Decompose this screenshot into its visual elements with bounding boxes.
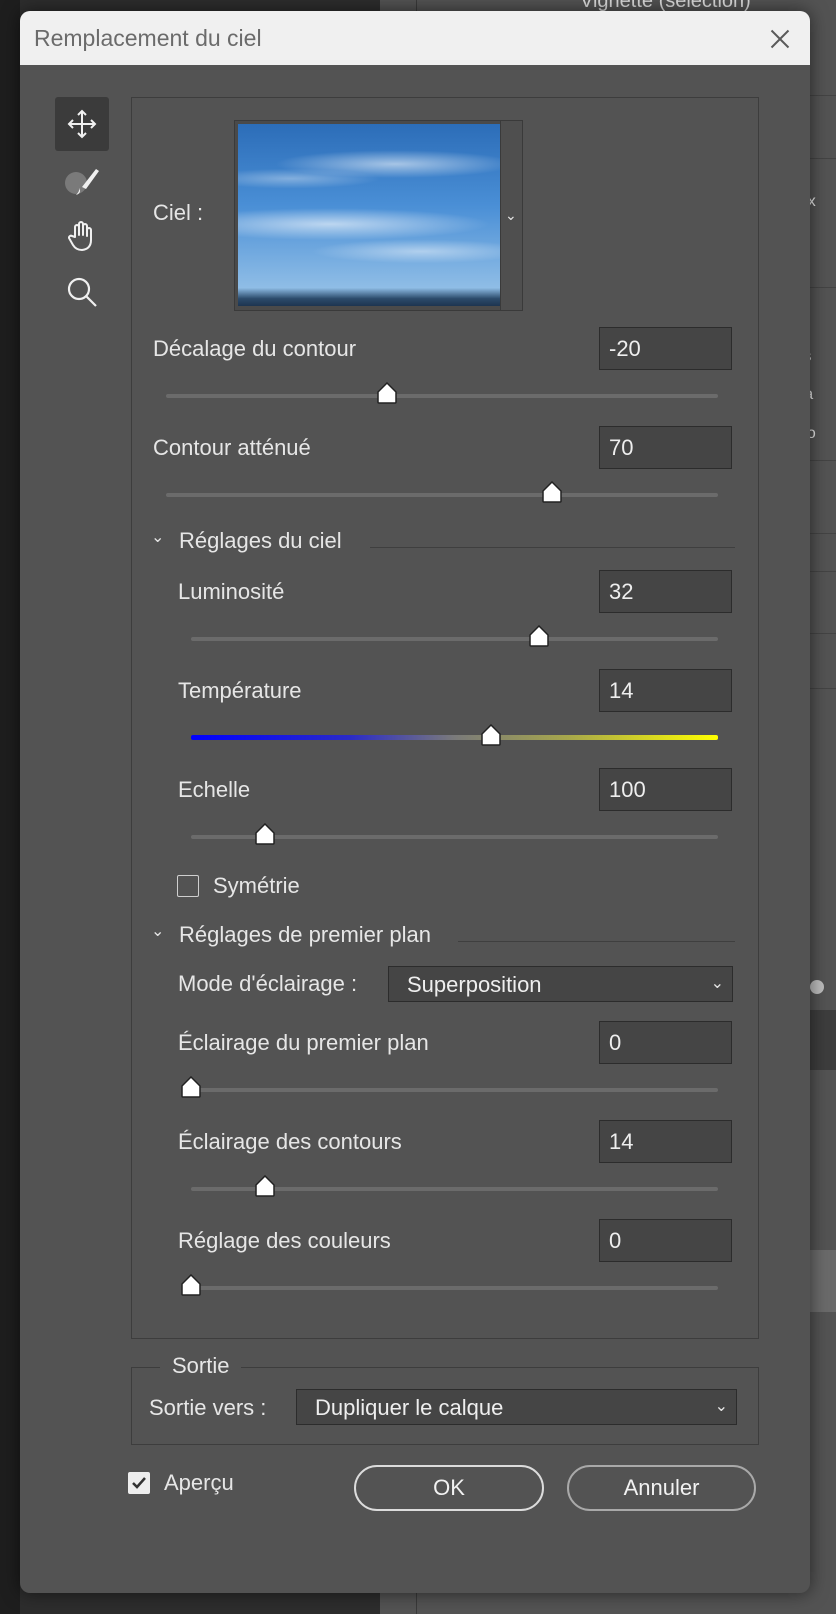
dialog-title: Remplacement du ciel xyxy=(34,25,262,51)
shift-edge-input[interactable]: -20 xyxy=(599,327,732,370)
scale-slider-thumb[interactable] xyxy=(255,823,275,845)
color-adjustment-track[interactable] xyxy=(181,1274,718,1296)
preview-checkbox[interactable] xyxy=(128,1472,150,1494)
brightness-label: Luminosité xyxy=(178,579,285,604)
sky-replacement-dialog: Remplacement du ciel Ciel : ⌄ Décalage d… xyxy=(20,11,810,1593)
foreground-lighting-label: Éclairage du premier plan xyxy=(178,1030,429,1055)
fade-edge-label: Contour atténué xyxy=(153,435,311,460)
group-divider xyxy=(370,547,735,548)
color-adjustment-slider-thumb[interactable] xyxy=(181,1274,201,1296)
checkmark-icon xyxy=(132,1477,146,1489)
background-left-panel xyxy=(0,0,20,1614)
lighting-mode-label: Mode d'éclairage : xyxy=(178,971,358,996)
chevron-down-icon: ⌄ xyxy=(710,975,724,992)
flip-checkbox[interactable] xyxy=(177,875,199,897)
color-adjustment-label: Réglage des couleurs xyxy=(178,1228,391,1253)
sky-dropdown-button[interactable]: ⌄ xyxy=(500,121,522,310)
cancel-button[interactable]: Annuler xyxy=(567,1465,756,1511)
edge-lighting-input[interactable]: 14 xyxy=(599,1120,732,1163)
temperature-input[interactable]: 14 xyxy=(599,669,732,712)
output-to-value: Dupliquer le calque xyxy=(315,1395,504,1420)
ok-button[interactable]: OK xyxy=(354,1465,544,1511)
brightness-slider-thumb[interactable] xyxy=(529,625,549,647)
lighting-mode-select[interactable]: Superposition ⌄ xyxy=(388,966,733,1002)
move-tool-icon[interactable] xyxy=(55,97,109,151)
color-adjustment-input[interactable]: 0 xyxy=(599,1219,732,1262)
brightness-input[interactable]: 32 xyxy=(599,570,732,613)
brightness-track[interactable] xyxy=(191,625,718,647)
fade-edge-slider-thumb[interactable] xyxy=(542,481,563,503)
edge-lighting-track[interactable] xyxy=(191,1175,718,1197)
fade-edge-track[interactable] xyxy=(166,481,718,503)
foreground-adjustments-header[interactable]: Réglages de premier plan xyxy=(179,922,431,948)
lighting-mode-value: Superposition xyxy=(407,972,542,997)
scale-track[interactable] xyxy=(191,823,718,845)
group-divider xyxy=(458,941,735,942)
temperature-track[interactable] xyxy=(191,724,718,746)
output-legend: Sortie xyxy=(160,1353,242,1379)
edge-lighting-label: Éclairage des contours xyxy=(178,1129,402,1154)
scale-input[interactable]: 100 xyxy=(599,768,732,811)
foreground-lighting-input[interactable]: 0 xyxy=(599,1021,732,1064)
output-to-select[interactable]: Dupliquer le calque ⌄ xyxy=(296,1389,737,1425)
close-icon[interactable] xyxy=(760,19,800,59)
chevron-down-icon[interactable]: ⌄ xyxy=(151,921,164,941)
flip-label: Symétrie xyxy=(213,873,300,898)
chevron-down-icon: ⌄ xyxy=(714,1398,728,1415)
shift-edge-track[interactable] xyxy=(166,382,718,404)
hand-icon[interactable] xyxy=(55,209,109,263)
chevron-down-icon: ⌄ xyxy=(505,207,517,223)
chevron-down-icon[interactable]: ⌄ xyxy=(151,527,164,547)
background-dot xyxy=(810,980,824,994)
title-bar: Remplacement du ciel xyxy=(20,11,810,65)
foreground-lighting-track[interactable] xyxy=(181,1076,718,1098)
output-to-label: Sortie vers : xyxy=(149,1395,267,1420)
temperature-slider-thumb[interactable] xyxy=(481,724,502,746)
shift-edge-slider-thumb[interactable] xyxy=(377,382,397,404)
edge-lighting-slider-thumb[interactable] xyxy=(255,1175,275,1197)
sky-adjustments-header[interactable]: Réglages du ciel xyxy=(179,528,342,554)
shift-edge-label: Décalage du contour xyxy=(153,336,357,361)
scale-label: Echelle xyxy=(178,777,251,802)
fade-edge-input[interactable]: 70 xyxy=(599,426,732,469)
preview-label: Aperçu xyxy=(164,1470,234,1495)
zoom-icon[interactable] xyxy=(55,265,109,319)
sky-label: Ciel : xyxy=(153,200,204,225)
foreground-lighting-slider-thumb[interactable] xyxy=(181,1076,201,1098)
temperature-label: Température xyxy=(178,678,302,703)
sky-thumbnail xyxy=(238,124,500,306)
sky-picker[interactable]: ⌄ xyxy=(234,120,523,311)
sky-brush-icon[interactable] xyxy=(55,153,109,207)
